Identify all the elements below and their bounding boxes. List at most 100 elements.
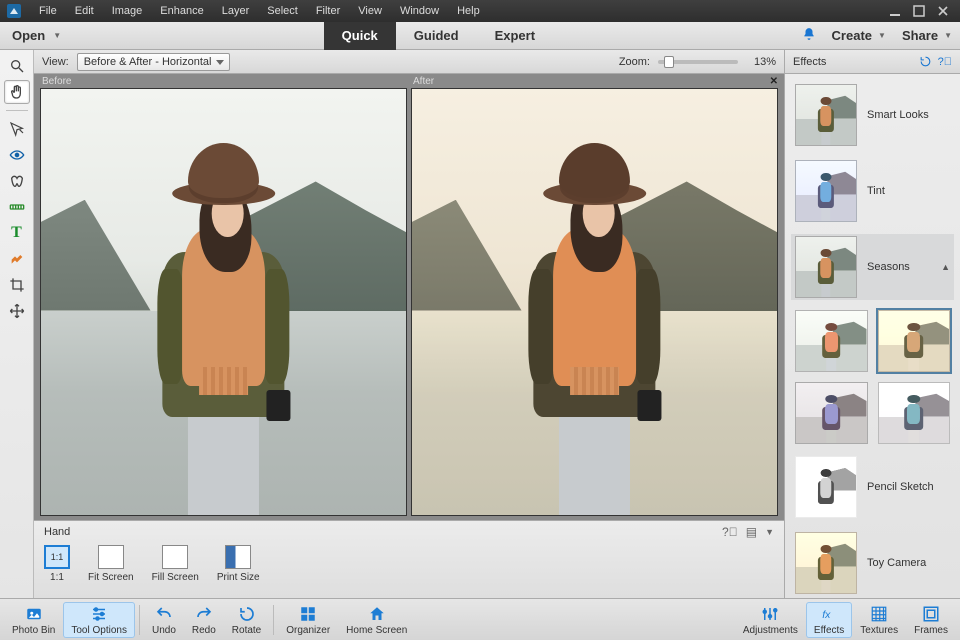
after-canvas[interactable] [411, 88, 778, 516]
menu-filter[interactable]: Filter [307, 5, 349, 17]
effect-toy-camera[interactable]: Toy Camera [791, 530, 954, 596]
rotate-button[interactable]: Rotate [224, 602, 269, 638]
seasons-variants [791, 310, 954, 444]
home-screen-button[interactable]: Home Screen [338, 602, 415, 638]
tool-strip: T [0, 50, 34, 598]
organizer-button[interactable]: Organizer [278, 602, 338, 638]
window-maximize-button[interactable] [908, 3, 930, 19]
view-label: View: [42, 56, 69, 68]
tool-options-title: Hand [44, 526, 70, 538]
seasons-variant-1[interactable] [795, 310, 868, 372]
effect-tint[interactable]: Tint [791, 158, 954, 224]
quick-select-tool[interactable] [4, 117, 30, 141]
action-bar: Open ▼ Quick Guided Expert Create▼ Share▼ [0, 22, 960, 50]
bottom-bar: Photo Bin Tool Options Undo Redo Rotate … [0, 598, 960, 640]
textures-tab[interactable]: Textures [852, 602, 906, 638]
menu-select[interactable]: Select [258, 5, 307, 17]
create-button[interactable]: Create▼ [832, 28, 886, 43]
straighten-tool[interactable] [4, 195, 30, 219]
open-button[interactable]: Open ▼ [0, 28, 75, 43]
home-icon [368, 604, 386, 624]
frames-icon [922, 604, 940, 624]
frames-tab[interactable]: Frames [906, 602, 956, 638]
mode-tab-guided[interactable]: Guided [396, 22, 477, 50]
app-logo-icon [6, 3, 22, 19]
reset-icon[interactable] [919, 55, 932, 68]
chevron-down-icon: ▼ [944, 31, 952, 40]
menu-image[interactable]: Image [103, 5, 152, 17]
tool-options-icon [90, 604, 108, 624]
effect-smart-looks[interactable]: Smart Looks [791, 82, 954, 148]
crop-tool[interactable] [4, 273, 30, 297]
organizer-icon [299, 604, 317, 624]
chevron-down-icon: ▼ [878, 31, 886, 40]
seasons-variant-2[interactable] [878, 310, 951, 372]
panel-menu-icon[interactable]: ▤ [746, 525, 757, 539]
menu-edit[interactable]: Edit [66, 5, 103, 17]
mode-tabs: Quick Guided Expert [324, 22, 553, 50]
menu-view[interactable]: View [349, 5, 391, 17]
redo-icon [195, 604, 213, 624]
redo-button[interactable]: Redo [184, 602, 224, 638]
effects-panel: Effects ?⃝ Smart Looks Tint Seasons ▲ [784, 50, 960, 598]
share-button[interactable]: Share▼ [902, 28, 952, 43]
zoom-slider[interactable] [658, 60, 738, 64]
zoom-label: Zoom: [619, 56, 650, 68]
photo-bin-button[interactable]: Photo Bin [4, 602, 63, 638]
effects-panel-title: Effects [793, 56, 826, 68]
mode-tab-quick[interactable]: Quick [324, 22, 396, 50]
view-options-bar: View: Before & After - Horizontal Zoom: … [34, 50, 784, 74]
zoom-tool[interactable] [4, 54, 30, 78]
hand-tool[interactable] [4, 80, 30, 104]
rotate-icon [238, 604, 256, 624]
before-canvas[interactable] [40, 88, 407, 516]
menu-enhance[interactable]: Enhance [151, 5, 212, 17]
spot-heal-tool[interactable] [4, 247, 30, 271]
chevron-down-icon: ▼ [53, 31, 61, 40]
zoom-control: Zoom: 13% [619, 56, 776, 68]
seasons-variant-4[interactable] [878, 382, 951, 444]
tool-options-button[interactable]: Tool Options [63, 602, 135, 638]
menu-file[interactable]: File [30, 5, 66, 17]
help-icon[interactable]: ?⃝ [938, 56, 952, 68]
fill-screen-button[interactable]: Fill Screen [152, 545, 199, 583]
svg-text:fx: fx [822, 608, 831, 620]
fit-screen-button[interactable]: Fit Screen [88, 545, 134, 583]
collapse-icon: ▲ [941, 262, 950, 272]
notifications-icon[interactable] [802, 27, 816, 44]
type-tool[interactable]: T [4, 221, 30, 245]
mode-tab-expert[interactable]: Expert [477, 22, 553, 50]
undo-icon [155, 604, 173, 624]
open-label: Open [12, 28, 45, 43]
adjustments-tab[interactable]: Adjustments [735, 602, 806, 638]
undo-button[interactable]: Undo [144, 602, 184, 638]
menu-layer[interactable]: Layer [213, 5, 259, 17]
adjustments-icon [761, 604, 779, 624]
whiten-teeth-tool[interactable] [4, 169, 30, 193]
view-dropdown[interactable]: Before & After - Horizontal [77, 53, 231, 71]
window-minimize-button[interactable] [884, 3, 906, 19]
effects-icon: fx [820, 604, 838, 624]
canvas-header: Before After ✕ [34, 74, 784, 88]
effect-seasons[interactable]: Seasons ▲ [791, 234, 954, 300]
print-size-button[interactable]: Print Size [217, 545, 260, 583]
workspace: View: Before & After - Horizontal Zoom: … [34, 50, 784, 598]
tool-options-panel: Hand ?⃝ ▤ ▼ 1:11:1 Fit Screen Fill Scree… [34, 520, 784, 598]
before-label: Before [40, 76, 407, 87]
menu-bar: File Edit Image Enhance Layer Select Fil… [0, 0, 960, 22]
photo-bin-icon [25, 604, 43, 624]
zoom-value: 13% [746, 56, 776, 68]
textures-icon [870, 604, 888, 624]
close-document-button[interactable]: ✕ [770, 76, 778, 87]
window-close-button[interactable] [932, 3, 954, 19]
collapse-icon[interactable]: ▼ [765, 527, 774, 537]
menu-help[interactable]: Help [448, 5, 489, 17]
effects-tab[interactable]: fxEffects [806, 602, 852, 638]
zoom-1to1-button[interactable]: 1:11:1 [44, 545, 70, 583]
move-tool[interactable] [4, 299, 30, 323]
effect-pencil-sketch[interactable]: Pencil Sketch [791, 454, 954, 520]
eye-tool[interactable] [4, 143, 30, 167]
help-icon[interactable]: ?⃝ [722, 525, 738, 539]
seasons-variant-3[interactable] [795, 382, 868, 444]
menu-window[interactable]: Window [391, 5, 448, 17]
